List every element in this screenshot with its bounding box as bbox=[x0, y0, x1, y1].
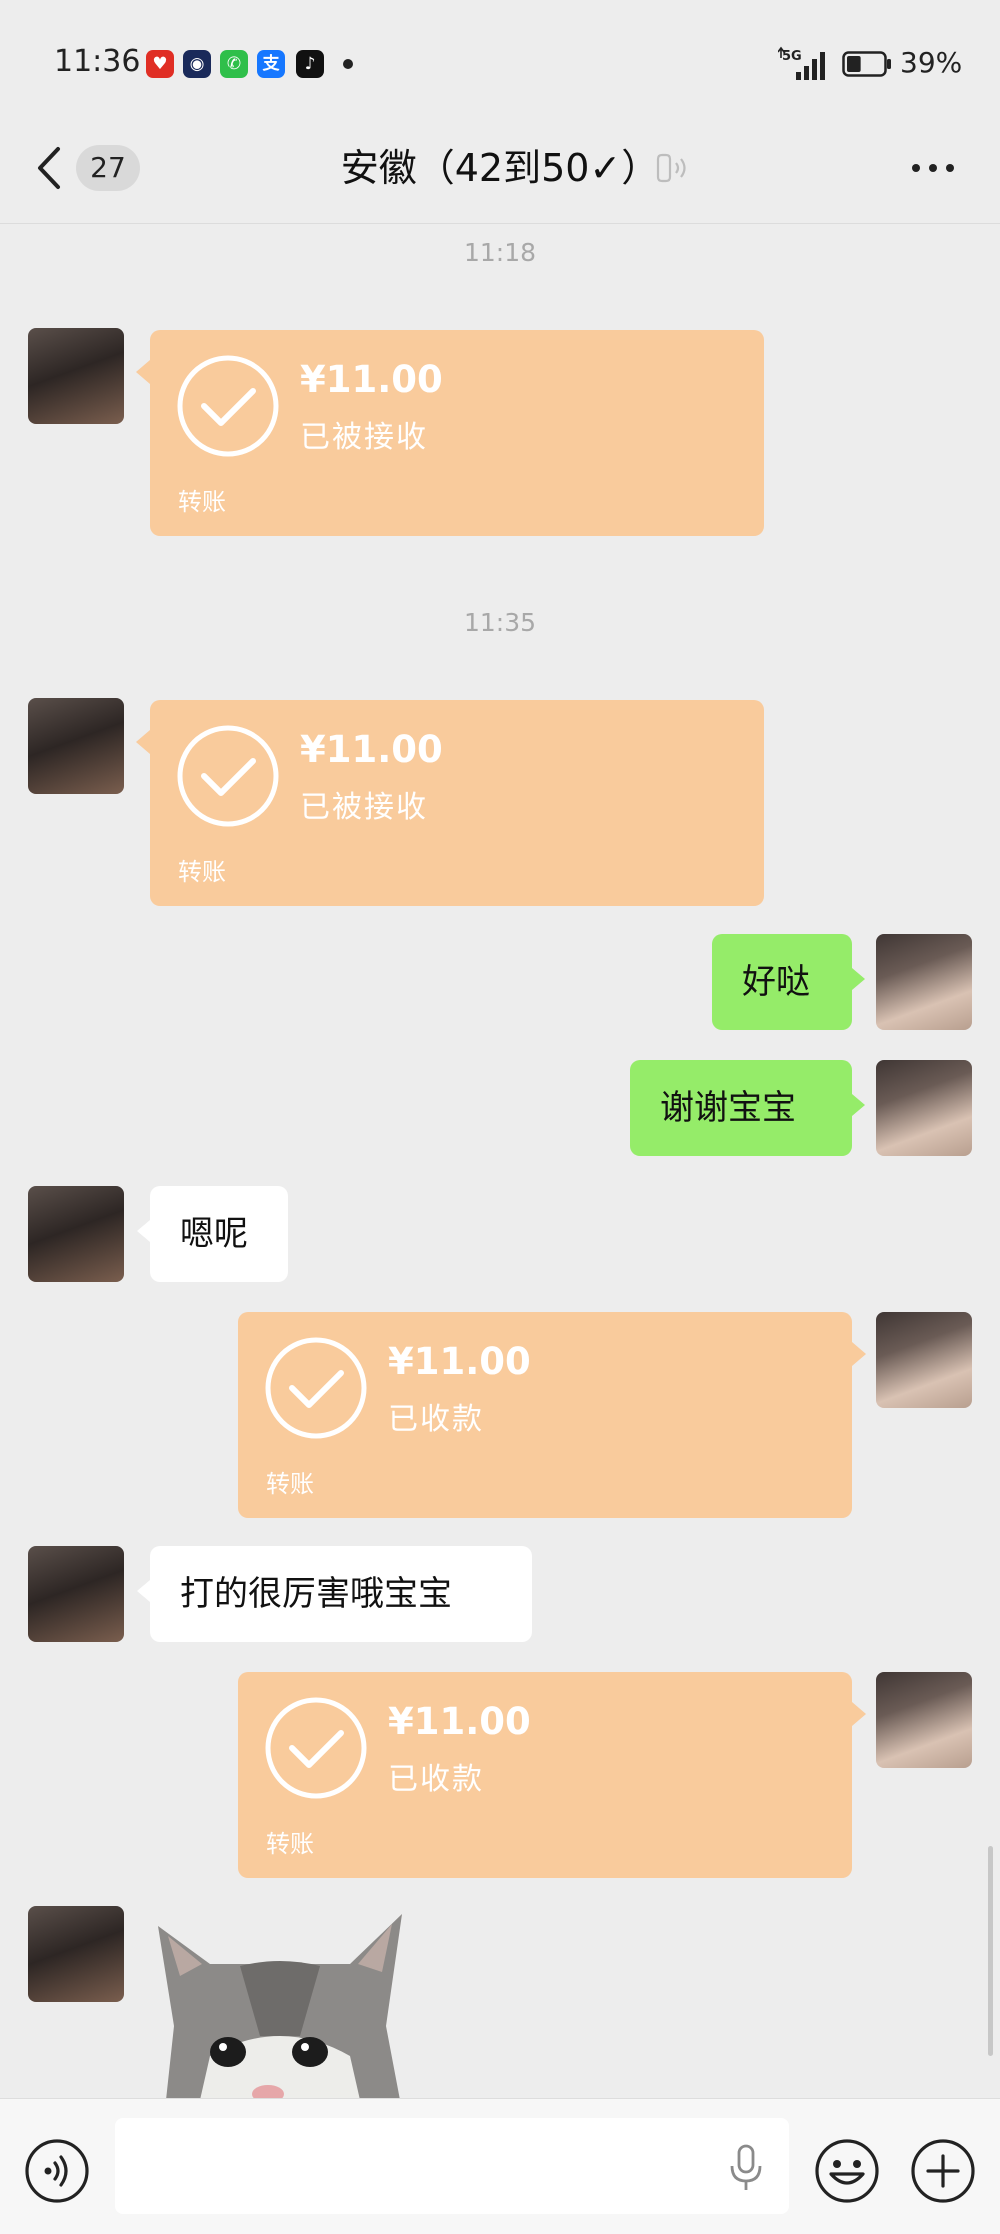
avatar[interactable] bbox=[876, 1060, 972, 1156]
transfer-label: 转账 bbox=[178, 488, 226, 516]
message-bubble[interactable]: 好哒 bbox=[712, 934, 865, 1030]
message-bubble[interactable]: 谢谢宝宝 bbox=[630, 1060, 865, 1156]
transfer-status: 已收款 bbox=[388, 1402, 484, 1437]
transfer-amount: ¥11.00 bbox=[300, 358, 443, 401]
avatar[interactable] bbox=[28, 1546, 124, 1642]
timestamp: 11:18 bbox=[463, 238, 537, 267]
cat-sticker-image[interactable] bbox=[150, 1906, 410, 2100]
voice-input-toggle-icon[interactable] bbox=[24, 2138, 90, 2204]
nav-divider bbox=[0, 223, 1000, 224]
message-text: 嗯呢 bbox=[180, 1214, 248, 1254]
transfer-status: 已被接收 bbox=[300, 420, 428, 455]
battery-icon bbox=[842, 51, 891, 77]
chat-title: 安徽（42到50✓） bbox=[340, 146, 660, 190]
transfer-check-icon bbox=[265, 1337, 367, 1439]
status-bar: 11:36 ♥ ◉ ✆ 支 ♪ 5G 39% bbox=[0, 0, 1000, 130]
mute-notifications-icon bbox=[656, 153, 686, 183]
message-bubble[interactable]: 嗯呢 bbox=[137, 1186, 288, 1282]
message-input[interactable] bbox=[115, 2118, 789, 2214]
emoji-icon[interactable] bbox=[814, 2138, 880, 2204]
transfer-amount: ¥11.00 bbox=[388, 1700, 531, 1743]
network-type: 5G bbox=[782, 49, 802, 64]
timestamp: 11:35 bbox=[463, 608, 537, 637]
avatar[interactable] bbox=[28, 328, 124, 424]
transfer-amount: ¥11.00 bbox=[388, 1340, 531, 1383]
transfer-label: 转账 bbox=[266, 1470, 314, 1498]
transfer-amount: ¥11.00 bbox=[300, 728, 443, 771]
message-text: 好哒 bbox=[742, 962, 810, 1002]
transfer-status: 已被接收 bbox=[300, 790, 428, 825]
microphone-icon[interactable] bbox=[728, 2144, 764, 2192]
transfer-label: 转账 bbox=[178, 858, 226, 886]
add-more-icon[interactable] bbox=[910, 2138, 976, 2204]
message-text: 打的很厉害哦宝宝 bbox=[180, 1574, 452, 1614]
avatar[interactable] bbox=[876, 1312, 972, 1408]
scrollbar[interactable] bbox=[988, 1846, 993, 2056]
transfer-check-icon bbox=[177, 725, 279, 827]
transfer-check-icon bbox=[265, 1697, 367, 1799]
notification-dot bbox=[343, 59, 353, 69]
transfer-label: 转账 bbox=[266, 1830, 314, 1858]
transfer-card[interactable]: ¥11.00 已收款 转账 bbox=[238, 1312, 866, 1518]
back-arrow-icon[interactable] bbox=[28, 143, 68, 193]
alipay-icon: 支 bbox=[257, 50, 285, 78]
transfer-check-icon bbox=[177, 355, 279, 457]
transfer-card[interactable]: ¥11.00 已收款 转账 bbox=[238, 1672, 866, 1878]
avatar[interactable] bbox=[28, 1186, 124, 1282]
unread-count-badge[interactable]: 27 bbox=[76, 145, 140, 191]
message-bubble[interactable]: 打的很厉害哦宝宝 bbox=[137, 1546, 532, 1642]
avatar[interactable] bbox=[28, 1906, 124, 2002]
phone-app-icon: ✆ bbox=[220, 50, 248, 78]
more-options-icon[interactable] bbox=[908, 150, 958, 186]
status-time: 11:36 bbox=[54, 44, 141, 79]
tv-app-icon: ◉ bbox=[183, 50, 211, 78]
transfer-card[interactable]: ¥11.00 已被接收 转账 bbox=[136, 700, 764, 906]
cellular-signal-icon: 5G bbox=[778, 46, 825, 80]
transfer-card[interactable]: ¥11.00 已被接收 转账 bbox=[136, 330, 764, 536]
battery-percent: 39% bbox=[900, 46, 963, 79]
avatar[interactable] bbox=[876, 934, 972, 1030]
avatar[interactable] bbox=[28, 698, 124, 794]
message-text: 谢谢宝宝 bbox=[660, 1088, 796, 1128]
transfer-status: 已收款 bbox=[388, 1762, 484, 1797]
avatar[interactable] bbox=[876, 1672, 972, 1768]
tiktok-icon: ♪ bbox=[296, 50, 324, 78]
pinduoduo-icon: ♥ bbox=[146, 50, 174, 78]
